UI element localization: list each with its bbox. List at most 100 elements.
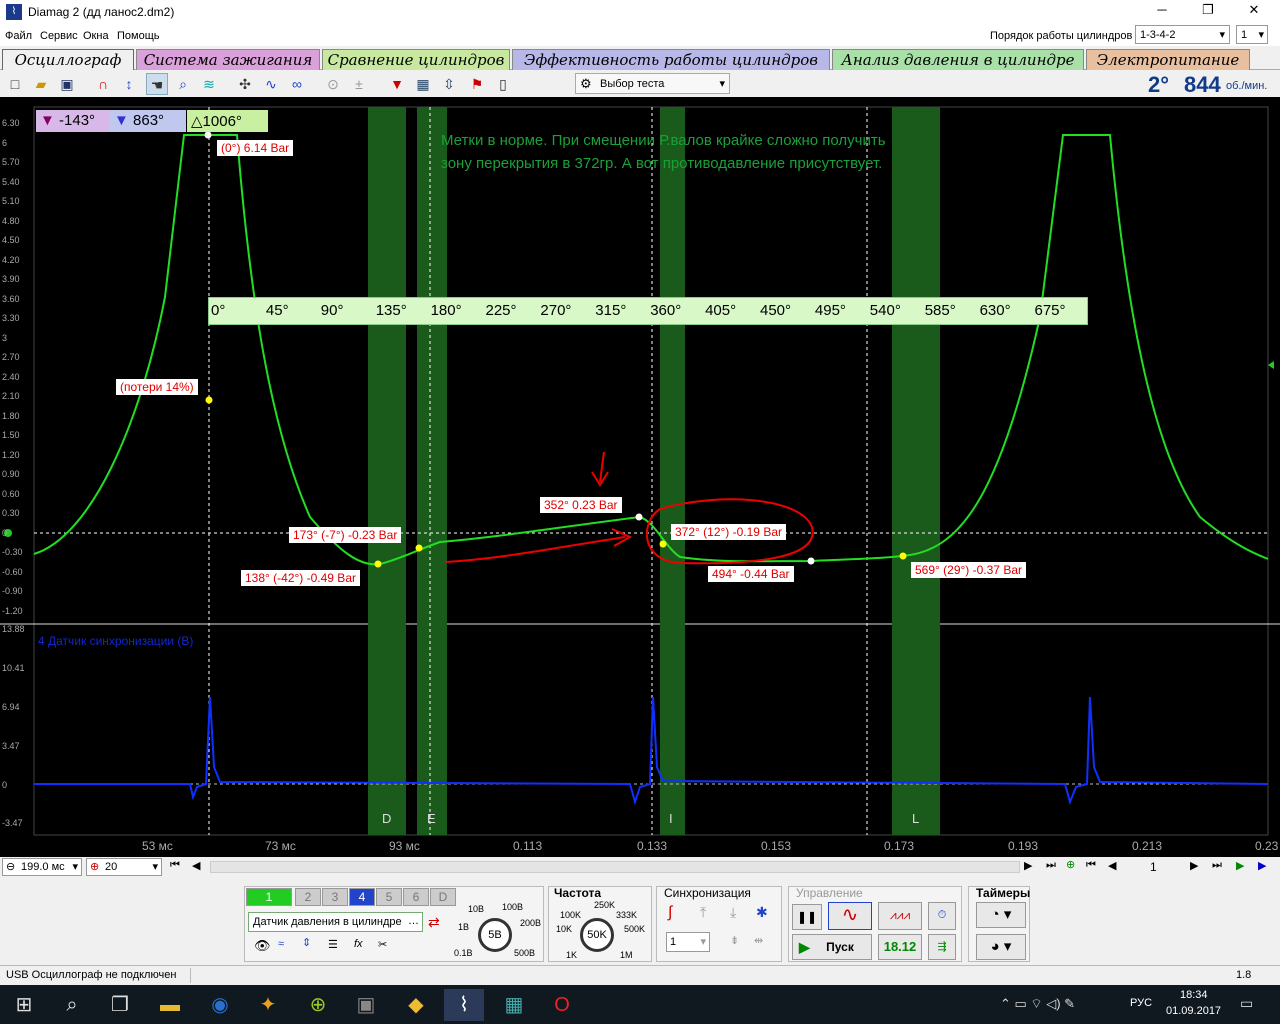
lang-indicator[interactable]: РУС [1130,997,1152,1009]
open-folder-icon[interactable]: ▰ [30,73,52,95]
browser-icon[interactable]: ◉ [200,989,240,1021]
oscilloscope-plot[interactable] [0,97,1280,857]
auto-icon[interactable]: ⊙ [322,73,344,95]
noise-button[interactable]: ⩘⩘⩘ [878,902,922,930]
eye-icon[interactable]: 👁 [254,938,271,954]
timebase-select[interactable]: ⊖ 199.0 мс ▾ [2,858,82,876]
last-page-button[interactable]: ⏭ [1046,859,1056,872]
prev-button[interactable]: ◀ [192,859,200,872]
channel-button[interactable]: 4 [349,888,375,906]
first-page-button-2[interactable]: ⏮ [1086,859,1096,872]
sensor-field[interactable]: Датчик давления в цилиндре… [248,912,423,932]
zoom-icon[interactable]: ⌕ [172,73,194,95]
menu-file[interactable]: Файл [5,30,32,42]
tray-icons[interactable]: ⌃ ▭ ⌔ ◁) ✎ [1000,996,1075,1012]
play-icon[interactable]: ▶ [1236,859,1244,872]
fish-app-icon[interactable]: ◆ [396,989,436,1021]
clock-date[interactable]: 01.09.2017 [1166,1005,1221,1017]
tool-app-icon[interactable]: ▣ [346,989,386,1021]
marker-1-box[interactable]: ▼ -143° [36,110,110,132]
diamag-taskbar-icon[interactable]: ⌇ [444,989,484,1021]
zero-icon[interactable]: ± [348,73,370,95]
tab-oscilloscope[interactable]: Осциллограф [2,49,134,70]
swap-icon[interactable]: ⇄ [428,914,440,931]
test-select[interactable]: ⚙ Выбор теста ▾ [575,73,730,94]
menu-help[interactable]: Помощь [117,30,160,42]
new-file-icon[interactable]: □ [4,73,26,95]
marker-2-box[interactable]: ▼ 863° [110,110,186,132]
split-icon[interactable]: ⇳ [438,73,460,95]
maximize-button[interactable]: ❐ [1188,2,1228,22]
menu-windows[interactable]: Окна [83,30,109,42]
channel-button[interactable]: 3 [322,888,348,906]
windows-start-icon[interactable]: ⊞ [4,989,44,1021]
clock-time[interactable]: 18:34 [1180,989,1208,1001]
freq-knob[interactable]: 50K [580,918,614,952]
zoom-select[interactable]: ⊕ 20 ▾ [86,858,162,876]
notifications-icon[interactable]: ▭ [1240,995,1253,1012]
minimize-button[interactable]: ─ [1142,2,1182,22]
h-scrollbar[interactable] [210,861,1020,873]
task-view-icon[interactable]: ❐ [100,989,140,1021]
cursor-measure-icon[interactable]: ↕ [118,73,140,95]
sync-level-icon[interactable]: ⇟ [730,934,739,947]
tab-ignition[interactable]: Система зажигания [136,49,320,70]
fx-icon[interactable]: fx [354,938,363,950]
magnet-icon[interactable]: ∩ [92,73,114,95]
tools-icon[interactable]: ✂ [378,938,387,951]
sync-rise-icon[interactable]: ∫ [668,904,672,922]
tab-power[interactable]: Электропитание [1086,49,1250,70]
close-button[interactable]: ✕ [1234,2,1274,22]
filter-icon[interactable]: ≋ [198,73,220,95]
tab-cyl-compare[interactable]: Сравнение цилиндров [322,49,510,70]
play-blue-icon[interactable]: ▶ [1258,859,1266,872]
scope-taskbar-icon[interactable]: ▦ [494,989,534,1021]
ellipse-icon[interactable]: ∞ [286,73,308,95]
channel-button[interactable]: 6 [403,888,429,906]
wave-icon[interactable]: ∿ [260,73,282,95]
first-page-button[interactable]: ⏮ [170,859,180,872]
timer-2-button[interactable]: ◕ ▾ [976,934,1026,960]
channel-button[interactable]: D [430,888,456,906]
bee-icon[interactable]: ✦ [248,989,288,1021]
tab-pressure-analysis[interactable]: Анализ давления в цилиндре [832,49,1084,70]
sync-down-icon[interactable]: ⤓ [730,904,736,921]
opera-icon[interactable]: O [542,989,582,1021]
sync-auto-icon[interactable]: ✱ [756,904,768,921]
channel-button[interactable]: 5 [376,888,402,906]
channel-button[interactable]: 2 [295,888,321,906]
next-page-button[interactable]: ▶ [1190,859,1198,872]
sync-up-icon[interactable]: ⤒ [700,904,706,921]
add-page-icon[interactable]: ⊕ [1066,858,1075,871]
plus-app-icon[interactable]: ⊕ [298,989,338,1021]
explorer-icon[interactable]: ▬ [150,989,190,1021]
auto-button[interactable]: ⏱ [928,902,956,930]
channel-button[interactable]: 1 [246,888,292,906]
marker-filter-icon[interactable]: ▼ [386,73,408,95]
last-page-button-2[interactable]: ⏭ [1212,859,1222,872]
tab-cyl-efficiency[interactable]: Эффективность работы цилиндров [512,49,830,70]
cyl-count-select[interactable]: 1 ▾ [1236,25,1268,44]
crosshair-icon[interactable]: ✣ [234,73,256,95]
menu-service[interactable]: Сервис [40,30,78,42]
sync-shift-icon[interactable]: ⇹ [754,934,763,947]
page-number[interactable]: 1 [1150,860,1157,874]
search-icon[interactable]: ⌕ [52,989,92,1021]
grid-icon[interactable]: ▦ [412,73,434,95]
vertical-move-icon[interactable]: ⇕ [302,936,311,949]
sync-select[interactable]: 1 ▾ [666,932,710,952]
timer-1-button[interactable]: ◔ ▾ [976,902,1026,928]
document-icon[interactable]: ▯ [492,73,514,95]
oscilloscope-area[interactable]: ▼ -143° ▼ 863° △1006° Метки в норме. При… [0,97,1280,857]
lines-icon[interactable]: ☰ [328,938,338,951]
wave-small-icon[interactable]: ≈ [278,938,284,950]
save-icon[interactable]: ▣ [56,73,78,95]
sine-button[interactable]: ∿ [828,902,872,930]
volt-knob[interactable]: 5В [478,918,512,952]
pause-button[interactable]: ❚❚ [792,904,822,930]
cyl-order-select[interactable]: 1-3-4-2 ▾ [1135,25,1230,44]
flag-icon[interactable]: ⚑ [466,73,488,95]
start-button[interactable]: ▶ Пуск [792,934,872,960]
hand-icon[interactable]: ☚ [146,73,168,95]
prev-page-button[interactable]: ◀ [1108,859,1116,872]
